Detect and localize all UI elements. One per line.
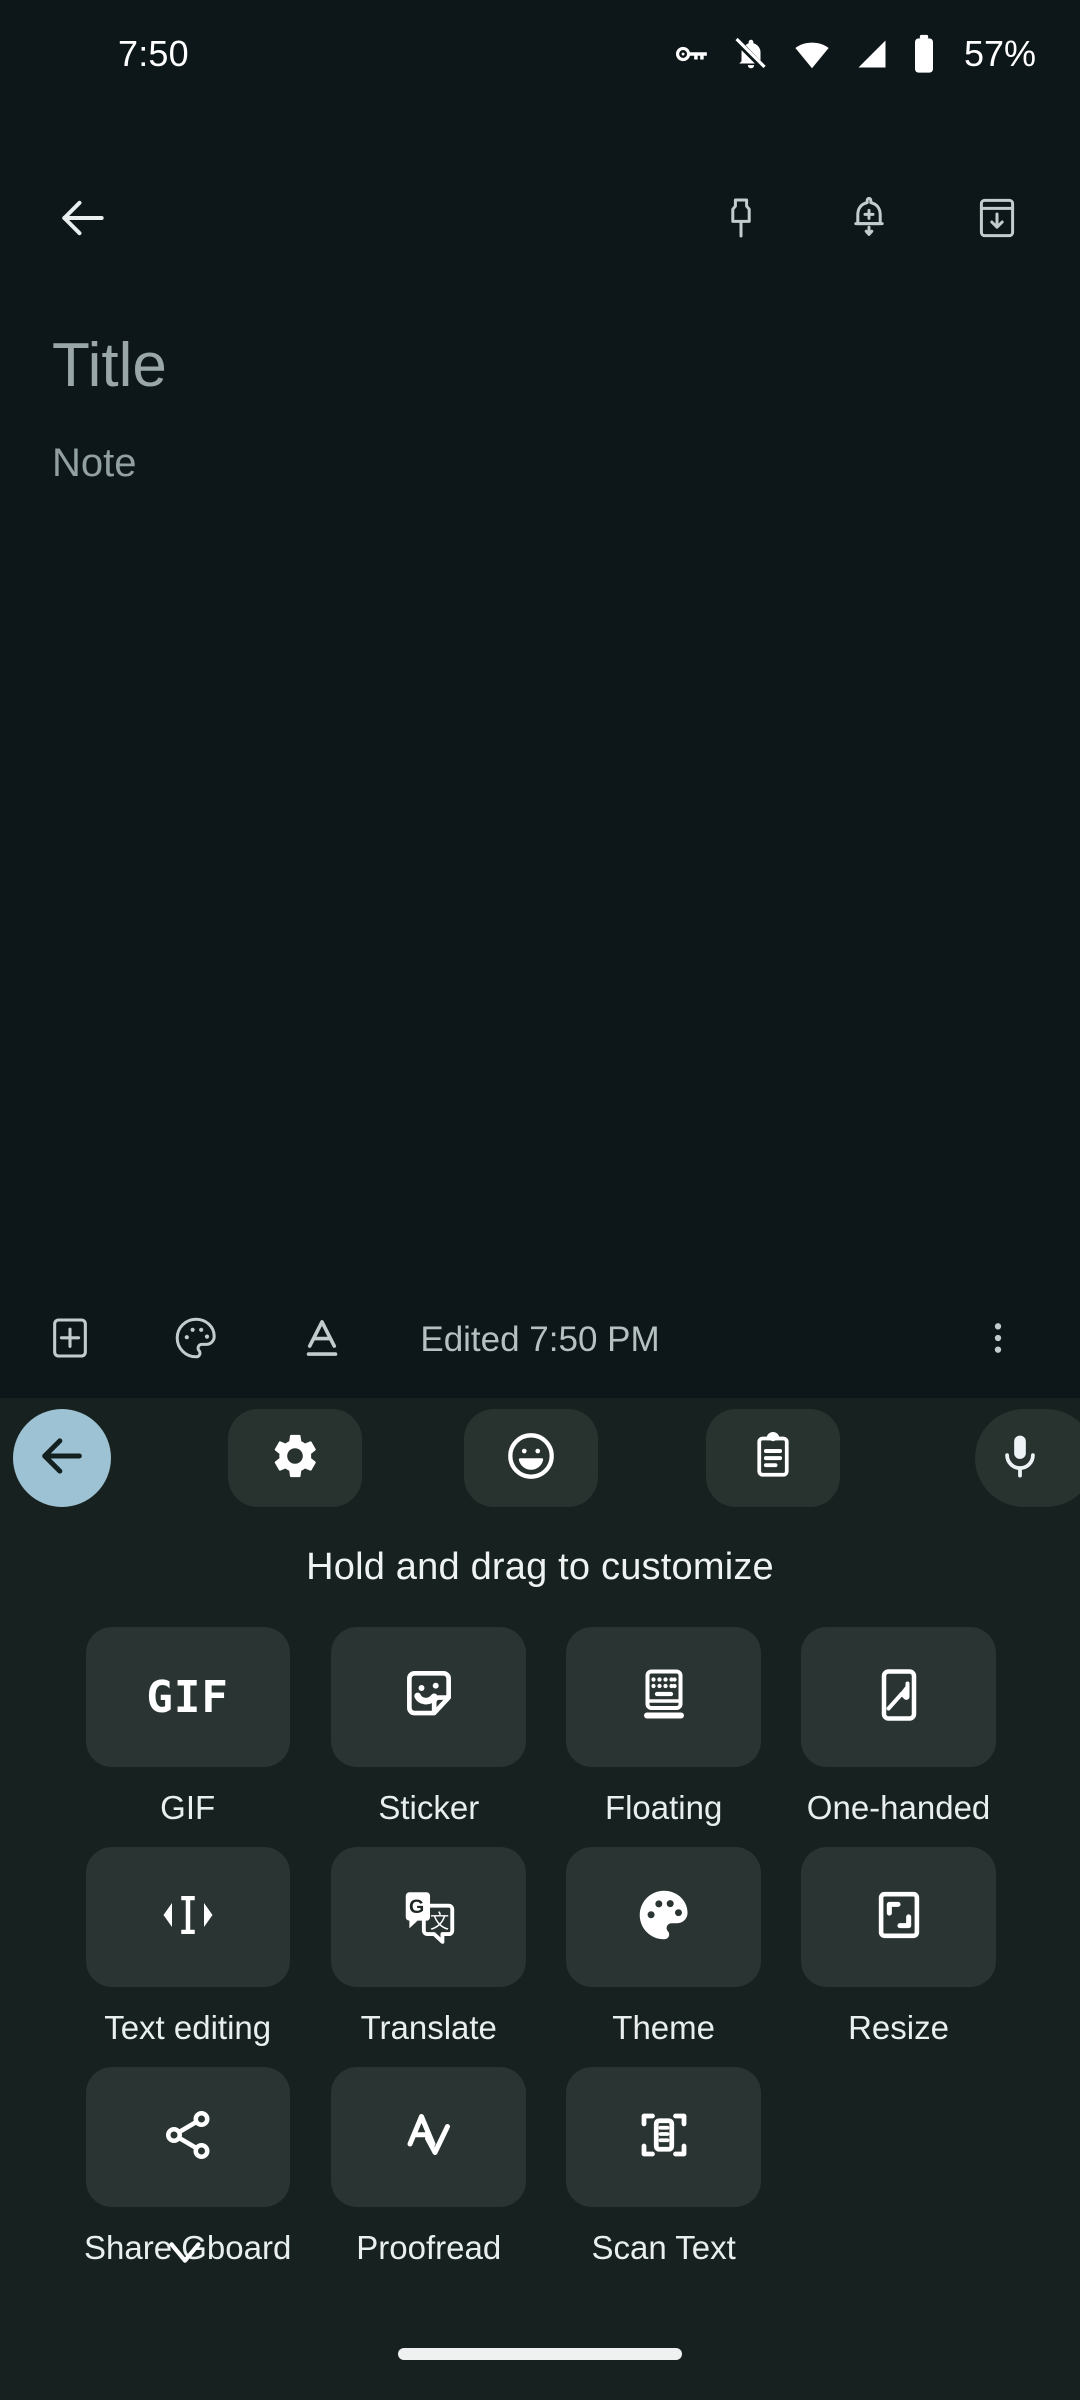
gear-icon [269, 1430, 321, 1487]
kb-settings-button[interactable] [228, 1409, 362, 1507]
status-bar: 7:50 57% [0, 0, 1080, 108]
svg-text:文: 文 [430, 1910, 449, 1932]
palette-icon [172, 1314, 220, 1367]
kb-label-gif: GIF [160, 1789, 216, 1826]
cellular-signal-icon [854, 35, 890, 73]
chevron-down-icon [162, 2236, 208, 2275]
kb-item-proofread[interactable]: Proofread [331, 2067, 527, 2267]
add-attachment-button[interactable] [22, 1292, 118, 1388]
kb-tile-translate[interactable]: G 文 [331, 1847, 527, 1987]
archive-icon [973, 194, 1021, 247]
kb-emoji-button[interactable] [464, 1409, 598, 1507]
kb-tile-gif[interactable]: GIF [85, 1627, 290, 1767]
kb-mic-button[interactable] [975, 1409, 1080, 1507]
keyboard-customize-hint: Hold and drag to customize [306, 1546, 774, 1588]
pin-icon [717, 194, 765, 247]
kb-item-floating[interactable]: Floating [566, 1627, 762, 1827]
emoji-face-icon [504, 1429, 558, 1488]
kb-label-text-editing: Text editing [104, 2009, 272, 2046]
palette-icon [633, 1884, 695, 1951]
kb-item-resize[interactable]: Resize [801, 1847, 996, 2047]
kb-tile-sticker[interactable] [331, 1627, 527, 1767]
note-body-input[interactable]: Note [0, 401, 1080, 486]
note-title-input[interactable]: Title [0, 330, 1080, 401]
kb-tile-proofread[interactable] [331, 2067, 527, 2207]
kb-tile-resize[interactable] [801, 1847, 996, 1987]
kb-tile-one-handed[interactable] [801, 1627, 996, 1767]
kb-label-theme: Theme [612, 2009, 715, 2046]
app-bar-actions [702, 181, 1080, 259]
kb-tile-floating[interactable] [566, 1627, 762, 1767]
kb-item-theme[interactable]: Theme [566, 1847, 762, 2047]
background-options-button[interactable] [148, 1292, 244, 1388]
one-handed-icon [869, 1664, 929, 1731]
svg-text:G: G [409, 1896, 424, 1918]
kb-item-one-handed[interactable]: One-handed [801, 1627, 996, 1827]
note-more-options-button[interactable] [950, 1292, 1046, 1388]
app-top-bar [0, 160, 1080, 280]
kb-label-one-handed: One-handed [806, 1789, 991, 1826]
add-reminder-button[interactable] [830, 181, 908, 259]
gboard-panel: Hold and drag to customize GIF GIF Stick… [0, 1398, 1080, 2400]
proofread-icon [399, 2104, 459, 2171]
resize-icon [869, 1886, 929, 1949]
kb-label-sticker: Sticker [378, 1789, 480, 1826]
share-icon [158, 2105, 218, 2170]
microphone-icon [995, 1430, 1045, 1487]
kb-tile-theme[interactable] [566, 1847, 762, 1987]
battery-percent-label: 57% [963, 33, 1036, 74]
floating-keyboard-icon [634, 1664, 694, 1731]
gif-icon: GIF [146, 1671, 229, 1723]
kb-back-button[interactable] [13, 1409, 111, 1507]
kb-label-scan-text: Scan Text [591, 2229, 736, 2266]
sticker-icon [398, 1664, 460, 1731]
kb-label-translate: Translate [360, 2009, 497, 2046]
kb-item-sticker[interactable]: Sticker [331, 1627, 527, 1827]
keyboard-toolbar [0, 1398, 1080, 1518]
kb-clipboard-button[interactable] [706, 1409, 840, 1507]
status-icons: 57% [672, 33, 1036, 75]
note-toolbar-left-actions [22, 1292, 370, 1388]
kb-label-resize: Resize [848, 2009, 949, 2046]
status-clock: 7:50 [118, 33, 189, 74]
kb-label-proofread: Proofread [356, 2229, 502, 2266]
notifications-off-icon [732, 35, 770, 73]
keyboard-feature-grid: GIF GIF Sticker Floating One-handed Text… [0, 1627, 1080, 2267]
kb-tile-scan-text[interactable] [566, 2067, 762, 2207]
phone-screen: 7:50 57% Title Note Edited 7:50 PM Hold … [0, 0, 1080, 2400]
text-format-button[interactable] [274, 1292, 370, 1388]
kb-item-scan-text[interactable]: Scan Text [566, 2067, 762, 2267]
vpn-key-icon [672, 35, 710, 73]
kb-label-floating: Floating [604, 1789, 723, 1826]
kb-item-gif[interactable]: GIF GIF [84, 1627, 291, 1827]
more-vert-icon [978, 1318, 1018, 1363]
reminder-add-icon [845, 194, 893, 247]
keyboard-dismiss-button[interactable] [150, 2226, 220, 2284]
arrow-back-icon [36, 1430, 88, 1487]
note-editor: Title Note [0, 330, 1080, 486]
back-arrow-icon [55, 190, 111, 251]
home-gesture-bar[interactable] [398, 2348, 682, 2360]
kb-tile-share-gboard[interactable] [85, 2067, 290, 2207]
kb-tile-text-editing[interactable] [85, 1847, 290, 1987]
clipboard-icon [748, 1431, 798, 1486]
add-box-icon [47, 1315, 93, 1366]
archive-button[interactable] [958, 181, 1036, 259]
translate-icon: G 文 [398, 1884, 460, 1951]
scan-text-icon [634, 2104, 694, 2171]
kb-item-text-editing[interactable]: Text editing [84, 1847, 291, 2047]
text-editing-icon [157, 1885, 219, 1950]
wifi-icon [792, 35, 832, 73]
battery-icon [912, 34, 936, 74]
pin-button[interactable] [702, 181, 780, 259]
kb-item-translate[interactable]: G 文 Translate [331, 1847, 527, 2047]
text-format-icon [299, 1315, 345, 1366]
note-bottom-toolbar: Edited 7:50 PM [0, 1290, 1080, 1390]
back-button[interactable] [46, 183, 120, 257]
